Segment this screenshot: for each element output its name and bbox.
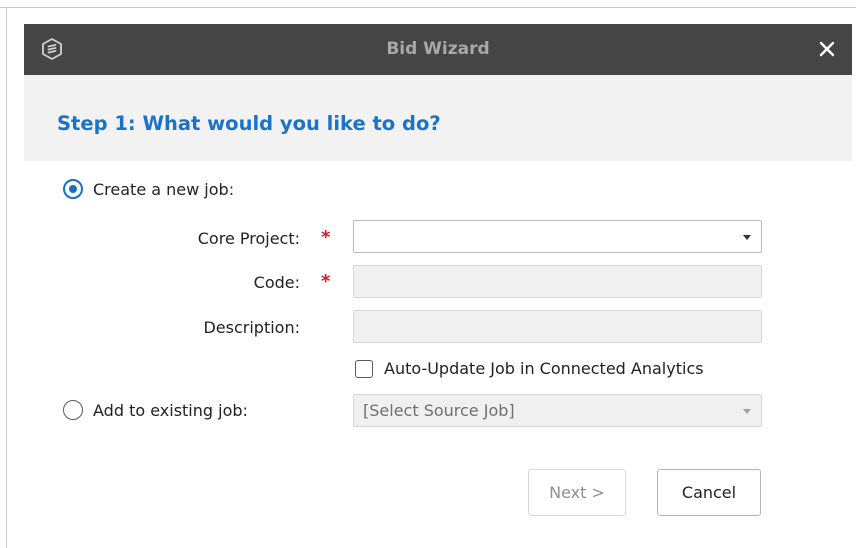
title-bar: Bid Wizard [24, 24, 852, 75]
auto-update-label: Auto-Update Job in Connected Analytics [384, 359, 704, 378]
create-new-job-label: Create a new job: [93, 179, 235, 199]
close-icon[interactable] [816, 38, 838, 60]
outer-frame-top-border [0, 7, 856, 8]
core-project-label: Core Project: [197, 229, 300, 248]
auto-update-checkbox[interactable] [355, 359, 373, 378]
cancel-button[interactable]: Cancel [657, 469, 761, 516]
code-required-marker: * [321, 271, 331, 292]
add-existing-job-radio[interactable] [63, 400, 83, 420]
create-new-job-option[interactable]: Create a new job: [63, 179, 234, 199]
window-title: Bid Wizard [386, 39, 490, 59]
description-field[interactable] [353, 310, 762, 343]
auto-update-option[interactable]: Auto-Update Job in Connected Analytics [355, 359, 704, 378]
add-existing-job-label: Add to existing job: [93, 400, 248, 420]
code-field[interactable] [353, 265, 762, 298]
step-header: Step 1: What would you like to do? [24, 75, 852, 161]
wizard-body: Create a new job: Core Project: * Code: … [24, 161, 852, 538]
core-project-required-marker: * [321, 227, 331, 248]
add-existing-job-option[interactable]: Add to existing job: [63, 400, 248, 420]
next-button[interactable]: Next > [528, 469, 626, 516]
create-new-job-radio[interactable] [63, 179, 83, 199]
chevron-down-icon[interactable] [743, 235, 751, 240]
description-label: Description: [203, 318, 300, 337]
source-job-dropdown[interactable]: [Select Source Job] [353, 394, 762, 427]
outer-frame-left-border [6, 7, 7, 548]
step-title: Step 1: What would you like to do? [57, 112, 441, 135]
source-job-placeholder: [Select Source Job] [363, 401, 515, 420]
core-project-dropdown[interactable] [353, 220, 762, 253]
chevron-down-icon[interactable] [743, 409, 751, 414]
code-label: Code: [253, 273, 300, 292]
bid-wizard-dialog: Bid Wizard Step 1: What would you like t… [24, 24, 852, 538]
